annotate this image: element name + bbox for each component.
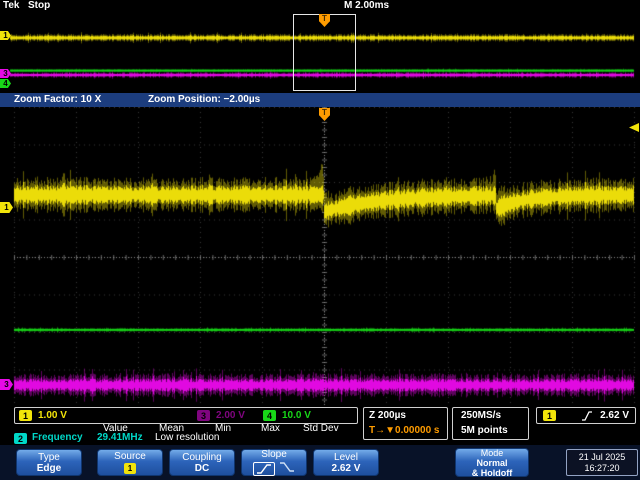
record-length-readout: 5M points <box>461 425 508 436</box>
slope-options <box>253 461 295 476</box>
menu-level-title: Level <box>334 451 358 463</box>
menu-mode-button[interactable]: Mode Normal & Holdoff <box>455 447 529 478</box>
channel-scale-box: 1 1.00 V 3 2.00 V 4 10.0 V <box>14 407 358 424</box>
sample-rate-box: 250MS/s 5M points <box>452 407 529 440</box>
menu-level-value: 2.62 V <box>331 462 361 474</box>
datetime-box: 21 Jul 2025 16:27:20 <box>566 449 638 476</box>
menu-mode-value-line2: & Holdoff <box>471 467 513 478</box>
time-readout: 16:27:20 <box>584 462 620 473</box>
trigger-level-readout: 2.62 V <box>600 410 629 421</box>
meas-note: Low resolution <box>155 432 220 443</box>
sample-rate-readout: 250MS/s <box>461 410 502 421</box>
menu-coupling-button[interactable]: Coupling DC <box>169 449 235 476</box>
menu-source-button[interactable]: Source 1 <box>97 449 163 476</box>
menu-slope-title: Slope <box>261 449 287 460</box>
menu-type-button[interactable]: Type Edge <box>16 449 82 476</box>
main-timebase-readout: M 2.00ms <box>344 0 390 11</box>
menu-mode-value-line1: Normal <box>476 457 508 468</box>
zoom-factor-label: Zoom Factor: 10 X <box>14 94 102 105</box>
meas-header-max: Max <box>261 423 280 434</box>
slope-falling-option[interactable] <box>279 461 295 476</box>
zoom-timebase-box: Z 200µs T→▼0.00000 s <box>363 407 448 440</box>
menu-mode-title: Mode <box>480 447 504 458</box>
ch3-scale-readout: 2.00 V <box>216 410 245 421</box>
ch4-badge: 4 <box>263 410 276 421</box>
zoom-position-label: Zoom Position: −2.00µs <box>148 94 261 105</box>
meas-value: 29.41MHz <box>97 432 143 443</box>
menu-level-button[interactable]: Level 2.62 V <box>313 449 379 476</box>
rising-slope-icon <box>257 463 271 474</box>
tek-logo: Tek <box>3 0 20 11</box>
oscilloscope-screen: Tek Stop M 2.00ms T 1 3 4 Zoom Factor: 1… <box>0 0 640 480</box>
menu-type-value: Edge <box>36 462 62 474</box>
trigger-delay-readout: T→▼0.00000 s <box>369 425 440 436</box>
slope-rising-option[interactable] <box>253 461 275 476</box>
acquisition-status: Stop <box>28 0 51 11</box>
menu-source-channel-badge: 1 <box>124 463 136 474</box>
menu-type-title: Type <box>38 451 60 463</box>
menu-coupling-value: DC <box>194 462 210 474</box>
falling-slope-icon <box>280 462 294 472</box>
menu-source-title: Source <box>114 451 146 462</box>
menu-coupling-title: Coupling <box>182 451 222 463</box>
menu-slope-button[interactable]: Slope <box>241 449 307 476</box>
ch3-badge: 3 <box>197 410 210 421</box>
ch1-scale-readout: 1.00 V <box>38 410 67 421</box>
zoom-canvas <box>0 107 640 407</box>
meas-name: Frequency <box>32 432 83 443</box>
trigger-readout-box: 1 2.62 V <box>536 407 636 424</box>
meas-header-stddev: Std Dev <box>303 423 339 434</box>
zoom-info-bar: Zoom Factor: 10 X Zoom Position: −2.00µs <box>0 93 640 107</box>
trigger-source-badge: 1 <box>543 410 556 421</box>
zoom-timebase-readout: Z 200µs <box>369 410 406 421</box>
date-readout: 21 Jul 2025 <box>578 451 626 462</box>
ch4-scale-readout: 10.0 V <box>282 410 311 421</box>
meas-ch2-badge: 2 <box>14 433 27 444</box>
ch1-badge: 1 <box>19 410 32 421</box>
trigger-slope-icon <box>582 411 592 421</box>
